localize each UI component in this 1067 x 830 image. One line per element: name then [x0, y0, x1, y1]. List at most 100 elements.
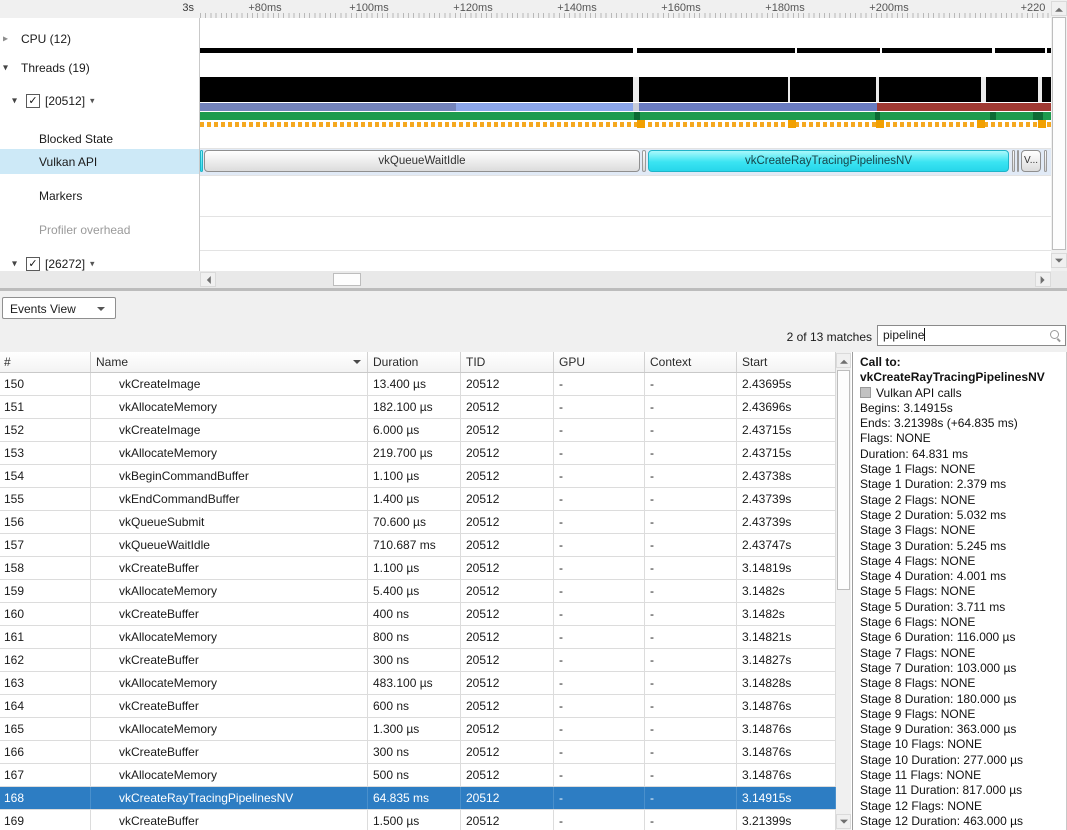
event-details-panel: Call to: vkCreateRayTracingPipelinesNV V… — [852, 352, 1067, 830]
column-header-name[interactable]: Name — [91, 352, 368, 372]
table-row[interactable]: 158vkCreateBuffer1.100 µs20512--3.14819s — [0, 557, 836, 580]
green-state-bar[interactable] — [200, 112, 1051, 120]
table-row[interactable]: 154vkBeginCommandBuffer1.100 µs20512--2.… — [0, 465, 836, 488]
search-icon[interactable] — [1050, 330, 1061, 341]
detail-line: Duration: 64.831 ms — [860, 447, 1066, 462]
sidebar-item-threads-19[interactable]: ▾Threads (19) — [0, 60, 199, 76]
span-vkqueuewaitidle[interactable]: vkQueueWaitIdle — [204, 150, 640, 172]
search-value: pipeline — [883, 328, 924, 342]
table-row[interactable]: 168vkCreateRayTracingPipelinesNV64.835 m… — [0, 787, 836, 810]
table-cell: - — [645, 603, 737, 625]
row-options-caret-icon[interactable]: ▾ — [90, 95, 95, 106]
table-vscrollbar[interactable] — [836, 352, 851, 830]
column-header-num[interactable]: # — [0, 352, 91, 372]
table-cell: - — [645, 787, 737, 809]
table-cell: 3.14828s — [737, 672, 836, 694]
table-row[interactable]: 160vkCreateBuffer400 ns20512--3.1482s — [0, 603, 836, 626]
table-row[interactable]: 156vkQueueSubmit70.600 µs20512--2.43739s — [0, 511, 836, 534]
sidebar-item-vulkan-api[interactable]: Vulkan API — [0, 149, 199, 174]
span-truncated[interactable]: V... — [1021, 150, 1041, 172]
row-separator — [200, 148, 1051, 149]
column-header-context[interactable]: Context — [645, 352, 737, 372]
table-row[interactable]: 155vkEndCommandBuffer1.400 µs20512--2.43… — [0, 488, 836, 511]
thread-checkbox[interactable]: ✓ — [26, 257, 40, 271]
table-row[interactable]: 153vkAllocateMemory219.700 µs20512--2.43… — [0, 442, 836, 465]
sidebar-item-markers[interactable]: Markers — [0, 188, 199, 204]
timeline-hscrollbar[interactable] — [0, 271, 1067, 288]
table-cell: 300 ns — [368, 741, 461, 763]
table-cell: - — [554, 649, 645, 671]
column-header-gpu[interactable]: GPU — [554, 352, 645, 372]
vscroll-thumb[interactable] — [1052, 17, 1066, 250]
table-row[interactable]: 151vkAllocateMemory182.100 µs20512--2.43… — [0, 396, 836, 419]
tiny-span[interactable] — [1017, 150, 1019, 172]
table-scroll-up-button[interactable] — [836, 353, 851, 368]
events-view-selector[interactable]: Events View — [2, 297, 116, 319]
table-cell: vkAllocateMemory — [91, 718, 368, 740]
scroll-down-button[interactable] — [1051, 253, 1067, 268]
search-input[interactable]: pipeline — [877, 325, 1066, 346]
table-cell: 20512 — [461, 580, 554, 602]
table-cell: 3.14876s — [737, 764, 836, 786]
expand-expanded-icon[interactable]: ▾ — [12, 95, 17, 106]
table-row[interactable]: 162vkCreateBuffer300 ns20512--3.14827s — [0, 649, 836, 672]
timeline-vscrollbar[interactable] — [1051, 0, 1067, 271]
timeline-canvas[interactable]: vkQueueWaitIdle vkCreateRayTracingPipelin… — [200, 18, 1051, 271]
thread-state-bar-segment[interactable] — [200, 103, 456, 111]
column-header-duration[interactable]: Duration — [368, 352, 461, 372]
marker-tick-row[interactable] — [200, 122, 1051, 127]
scroll-up-button[interactable] — [1051, 1, 1067, 16]
table-cell: - — [645, 764, 737, 786]
table-row[interactable]: 163vkAllocateMemory483.100 µs20512--3.14… — [0, 672, 836, 695]
timeline-ruler[interactable]: 3s +80ms+100ms+120ms+140ms+160ms+180ms+2… — [0, 0, 1051, 19]
sidebar-item-26272[interactable]: ▾✓[26272]▾ — [0, 255, 199, 272]
expand-collapsed-icon[interactable]: ▸ — [3, 34, 8, 45]
row-options-caret-icon[interactable]: ▾ — [90, 258, 95, 269]
cpu-activity-bar[interactable] — [200, 48, 1051, 53]
scroll-left-button[interactable] — [200, 272, 216, 287]
span-vkcreateraytracingpipelinesnv[interactable]: vkCreateRayTracingPipelinesNV — [648, 150, 1009, 172]
column-header-tid[interactable]: TID — [461, 352, 554, 372]
tiny-span[interactable] — [642, 150, 646, 172]
table-row[interactable]: 150vkCreateImage13.400 µs20512--2.43695s — [0, 373, 836, 396]
table-row[interactable]: 152vkCreateImage6.000 µs20512--2.43715s — [0, 419, 836, 442]
expand-expanded-icon[interactable]: ▾ — [12, 258, 17, 269]
table-row[interactable]: 157vkQueueWaitIdle710.687 ms20512--2.437… — [0, 534, 836, 557]
thread-state-bar-segment[interactable] — [639, 103, 877, 111]
sidebar-item-profiler-overhead[interactable]: Profiler overhead — [0, 222, 199, 238]
detail-line: Stage 9 Duration: 363.000 µs — [860, 722, 1066, 737]
table-vscroll-thumb[interactable] — [837, 370, 850, 590]
table-row[interactable]: 167vkAllocateMemory500 ns20512--3.14876s — [0, 764, 836, 787]
table-cell: 3.14821s — [737, 626, 836, 648]
scroll-right-button[interactable] — [1035, 272, 1051, 287]
clipped-span[interactable] — [200, 150, 203, 172]
tiny-span[interactable] — [1012, 150, 1015, 172]
down-arrow-icon — [1055, 258, 1063, 266]
thread-activity-bar[interactable] — [200, 77, 1051, 102]
activity-gap — [1045, 48, 1047, 53]
table-cell: 20512 — [461, 810, 554, 830]
sidebar-item-20512[interactable]: ▾✓[20512]▾ — [0, 92, 199, 109]
table-row[interactable]: 165vkAllocateMemory1.300 µs20512--3.1487… — [0, 718, 836, 741]
thread-state-bar-segment[interactable] — [456, 103, 633, 111]
row-separator — [200, 250, 1051, 251]
expand-expanded-icon[interactable]: ▾ — [3, 63, 8, 74]
sidebar-item-blocked-state[interactable]: Blocked State — [0, 131, 199, 147]
thread-checkbox[interactable]: ✓ — [26, 94, 40, 108]
hscroll-thumb[interactable] — [333, 273, 361, 286]
thread-state-bar-segment[interactable] — [877, 103, 1051, 111]
column-header-start[interactable]: Start — [737, 352, 836, 372]
tiny-span[interactable] — [1044, 150, 1047, 172]
up-arrow-icon — [1055, 3, 1063, 11]
table-cell: vkCreateImage — [91, 373, 368, 395]
sidebar-item-cpu-12[interactable]: ▸CPU (12) — [0, 31, 199, 47]
table-row[interactable]: 161vkAllocateMemory800 ns20512--3.14821s — [0, 626, 836, 649]
table-row[interactable]: 166vkCreateBuffer300 ns20512--3.14876s — [0, 741, 836, 764]
table-cell: 300 ns — [368, 649, 461, 671]
table-row[interactable]: 164vkCreateBuffer600 ns20512--3.14876s — [0, 695, 836, 718]
table-row[interactable]: 159vkAllocateMemory5.400 µs20512--3.1482… — [0, 580, 836, 603]
table-cell: 20512 — [461, 465, 554, 487]
table-scroll-down-button[interactable] — [836, 814, 851, 829]
table-row[interactable]: 169vkCreateBuffer1.500 µs20512--3.21399s — [0, 810, 836, 830]
activity-gap — [633, 77, 639, 102]
